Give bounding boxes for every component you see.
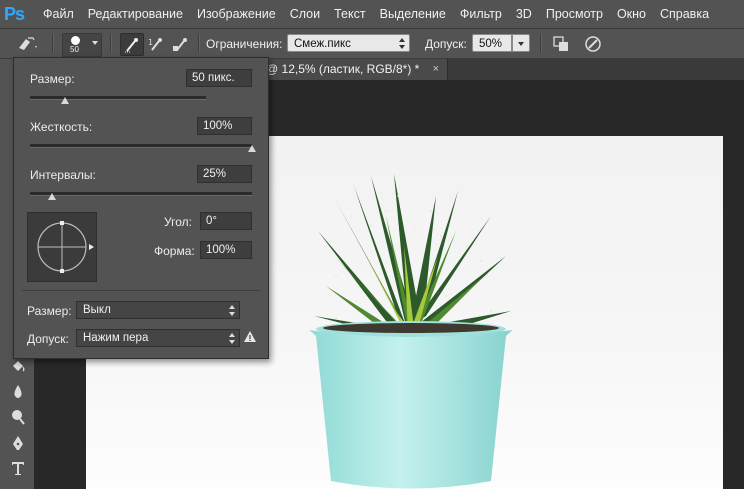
menu-view[interactable]: Просмотр: [539, 7, 610, 21]
updown-arrows-icon: [399, 38, 405, 49]
brush-tip-icon: [71, 36, 80, 45]
roundness-input[interactable]: 100%: [200, 241, 252, 259]
menu-3d[interactable]: 3D: [509, 7, 539, 21]
size-slider-track: [30, 96, 206, 100]
sampling-once-icon[interactable]: 1: [145, 33, 167, 54]
limits-select-value: Смеж.пикс: [294, 38, 351, 50]
protect-foreground-icon[interactable]: [550, 33, 572, 54]
limits-label: Ограничения:: [206, 37, 283, 51]
document-tab-title: @ 12,5% (ластик, RGB/8*) *: [266, 62, 420, 76]
angle-input[interactable]: 0°: [200, 212, 252, 230]
menu-filter[interactable]: Фильтр: [453, 7, 509, 21]
app-logo: Ps: [3, 3, 25, 24]
sampling-swatch-icon[interactable]: [170, 33, 192, 54]
limits-select[interactable]: Смеж.пикс: [287, 34, 410, 52]
background-eraser-icon[interactable]: [16, 33, 38, 54]
hardness-label: Жесткость:: [30, 120, 93, 134]
angle-label: Угол:: [164, 215, 192, 229]
menu-select[interactable]: Выделение: [373, 7, 453, 21]
spacing-label: Интервалы:: [30, 168, 96, 182]
sampling-continuous-icon[interactable]: [120, 33, 144, 56]
spacing-slider-thumb[interactable]: [48, 193, 57, 200]
dynamic-size-value: Выкл: [83, 304, 111, 316]
warning-icon: [244, 331, 256, 343]
type-icon[interactable]: [7, 457, 29, 479]
menu-items: Файл Редактирование Изображение Слои Тек…: [36, 7, 716, 21]
hardness-slider-track: [30, 144, 252, 148]
pen-icon[interactable]: [7, 432, 29, 454]
brush-size-readout: 50: [70, 45, 79, 54]
menu-image[interactable]: Изображение: [190, 7, 283, 21]
dynamic-size-select[interactable]: Выкл: [76, 301, 240, 319]
menu-layers[interactable]: Слои: [283, 7, 327, 21]
dynamic-size-label: Размер:: [27, 304, 72, 318]
close-icon[interactable]: ×: [433, 59, 439, 80]
size-slider-thumb[interactable]: [61, 97, 70, 104]
brush-angle-widget[interactable]: [27, 212, 97, 282]
document-tab[interactable]: @ 12,5% (ластик, RGB/8*) * ×: [240, 59, 448, 80]
chevron-down-icon: [518, 42, 524, 46]
dynamic-tolerance-label: Допуск:: [27, 332, 69, 346]
updown-arrows-icon: [229, 305, 235, 316]
tolerance-value: 50%: [479, 38, 503, 50]
spacing-slider-track: [30, 192, 252, 196]
menu-bar: Ps Файл Редактирование Изображение Слои …: [0, 0, 744, 29]
menu-window[interactable]: Окно: [610, 7, 653, 21]
size-input[interactable]: 50 пикс.: [186, 69, 252, 87]
spacing-input[interactable]: 25%: [197, 165, 252, 183]
options-bar: 50 1 Ограничения: Смеж.пикс Допуск: 50%: [0, 29, 744, 59]
dynamic-tolerance-value: Нажим пера: [83, 332, 149, 344]
menu-help[interactable]: Справка: [653, 7, 716, 21]
tolerance-label: Допуск:: [425, 37, 467, 51]
pen-pressure-icon[interactable]: [582, 33, 604, 54]
hardness-slider-thumb[interactable]: [248, 145, 256, 152]
dynamic-tolerance-select[interactable]: Нажим пера: [76, 329, 240, 347]
dodge-icon[interactable]: [7, 406, 29, 428]
brush-preset-picker[interactable]: 50: [62, 33, 102, 57]
roundness-label: Форма:: [154, 244, 195, 258]
updown-arrows-icon: [229, 333, 235, 344]
size-label: Размер:: [30, 72, 75, 86]
menu-edit[interactable]: Редактирование: [81, 7, 190, 21]
chevron-down-icon: [92, 41, 98, 45]
tolerance-dropdown-button[interactable]: [512, 34, 530, 52]
brush-settings-panel: Размер: 50 пикс. Жесткость: 100% Интерва…: [13, 57, 269, 359]
panel-divider: [22, 290, 260, 291]
menu-file[interactable]: Файл: [36, 7, 81, 21]
blur-icon[interactable]: [7, 381, 29, 403]
hardness-input[interactable]: 100%: [197, 117, 252, 135]
menu-type[interactable]: Текст: [327, 7, 372, 21]
tolerance-input[interactable]: 50%: [472, 34, 512, 52]
svg-text:1: 1: [148, 38, 153, 47]
